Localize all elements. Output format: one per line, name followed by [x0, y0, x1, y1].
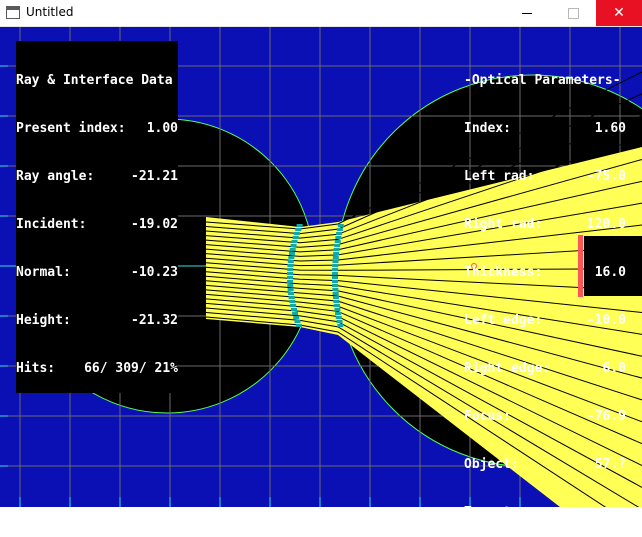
present-index-value: 1.00	[146, 121, 178, 136]
interface-hit	[334, 240, 341, 243]
minimize-button[interactable]	[504, 0, 550, 26]
interface-hit	[290, 304, 297, 307]
interface-hit	[337, 224, 344, 227]
optical-parameters-panel: -Optical Parameters- Index: 1.60 Left rad…	[464, 41, 642, 537]
interface-hit	[336, 320, 343, 323]
interface-hit	[333, 304, 340, 307]
interface-hit	[295, 228, 302, 231]
ray-interface-data-panel: Ray & Interface Data Present index: 1.00 …	[16, 41, 178, 393]
interface-hit	[332, 284, 339, 287]
window-titlebar[interactable]: Untitled ✕	[0, 0, 642, 27]
minimize-icon	[522, 12, 532, 14]
height-label: Height:	[16, 313, 71, 328]
interface-hit	[336, 228, 343, 231]
interface-hit	[292, 312, 299, 315]
interface-hit	[332, 256, 339, 259]
focus-label: Focus:	[464, 409, 511, 424]
interface-hit	[288, 256, 295, 259]
normal-value: -10.23	[131, 265, 178, 280]
object-value[interactable]: 57.?	[564, 457, 626, 473]
object-label: Object:	[464, 457, 519, 472]
right-edge-value[interactable]: 6.0	[564, 361, 626, 377]
index-value[interactable]: 1.60	[564, 121, 626, 137]
app-window-icon	[6, 6, 20, 19]
window-title: Untitled	[26, 5, 74, 19]
interface-hit	[335, 312, 342, 315]
left-edge-label: Left edge:	[464, 313, 543, 328]
maximize-icon	[567, 7, 579, 19]
normal-label: Normal:	[16, 265, 71, 280]
ray-angle-value: -21.21	[131, 169, 178, 184]
interface-hit	[295, 324, 302, 327]
thickness-value[interactable]: 16.0	[564, 265, 626, 281]
right-rad-value[interactable]: 120.0	[564, 217, 626, 233]
interface-hit	[288, 296, 295, 299]
thickness-label: Thickness:	[464, 265, 543, 280]
interface-hit	[288, 292, 295, 295]
interface-hit	[332, 276, 339, 279]
interface-hit	[332, 260, 339, 263]
target-value[interactable]	[564, 505, 626, 521]
interface-hit	[289, 248, 296, 251]
interface-hit	[296, 224, 303, 227]
present-index-label: Present index:	[16, 121, 126, 136]
close-button[interactable]: ✕	[596, 0, 642, 26]
interface-hit	[287, 264, 294, 267]
incident-label: Incident:	[16, 217, 87, 232]
interface-hit	[332, 280, 339, 283]
interface-hit	[332, 268, 339, 271]
interface-hit	[294, 320, 301, 323]
interface-hit	[333, 248, 340, 251]
interface-hit	[287, 276, 294, 279]
interface-hit	[289, 300, 296, 303]
interface-hit	[333, 300, 340, 303]
interface-hit	[290, 244, 297, 247]
interface-hit	[337, 324, 344, 327]
interface-hit	[333, 252, 340, 255]
left-rad-value[interactable]: -75.0	[564, 169, 626, 185]
left-edge-value[interactable]: -10.0	[564, 313, 626, 329]
close-icon: ✕	[613, 5, 625, 21]
interface-hit	[335, 236, 342, 239]
focus-value[interactable]: -76.9	[564, 409, 626, 425]
interface-hit	[335, 316, 342, 319]
right-edge-label: Right edge:	[464, 361, 551, 376]
target-label: Target:	[464, 505, 519, 520]
incident-value: -19.02	[131, 217, 178, 232]
left-rad-label: Left rad:	[464, 169, 535, 184]
optical-params-title: -Optical Parameters-	[464, 73, 621, 88]
interface-hit	[293, 316, 300, 319]
hits-value: 66/ 309/ 21%	[84, 361, 178, 376]
interface-hit	[287, 260, 294, 263]
interface-hit	[287, 272, 294, 275]
interface-hit	[332, 296, 339, 299]
interface-hit	[287, 288, 294, 291]
interface-hit	[332, 292, 339, 295]
interface-hit	[291, 240, 298, 243]
interface-hit	[332, 272, 339, 275]
interface-hit	[287, 268, 294, 271]
interface-hit	[334, 308, 341, 311]
height-value: -21.32	[131, 313, 178, 328]
ray-angle-label: Ray angle:	[16, 169, 95, 184]
interface-hit	[334, 244, 341, 247]
index-label: Index:	[464, 121, 511, 136]
interface-hit	[288, 252, 295, 255]
ray-data-title: Ray & Interface Data	[16, 73, 173, 88]
hits-label: Hits:	[16, 361, 56, 376]
interface-hit	[292, 236, 299, 239]
interface-hit	[287, 284, 294, 287]
interface-hit	[291, 308, 298, 311]
right-rad-label: Right rad:	[464, 217, 543, 232]
interface-hit	[332, 288, 339, 291]
maximize-button[interactable]	[550, 0, 596, 26]
interface-hit	[336, 232, 343, 235]
interface-hit	[332, 264, 339, 267]
interface-hit	[287, 280, 294, 283]
interface-hit	[293, 232, 300, 235]
